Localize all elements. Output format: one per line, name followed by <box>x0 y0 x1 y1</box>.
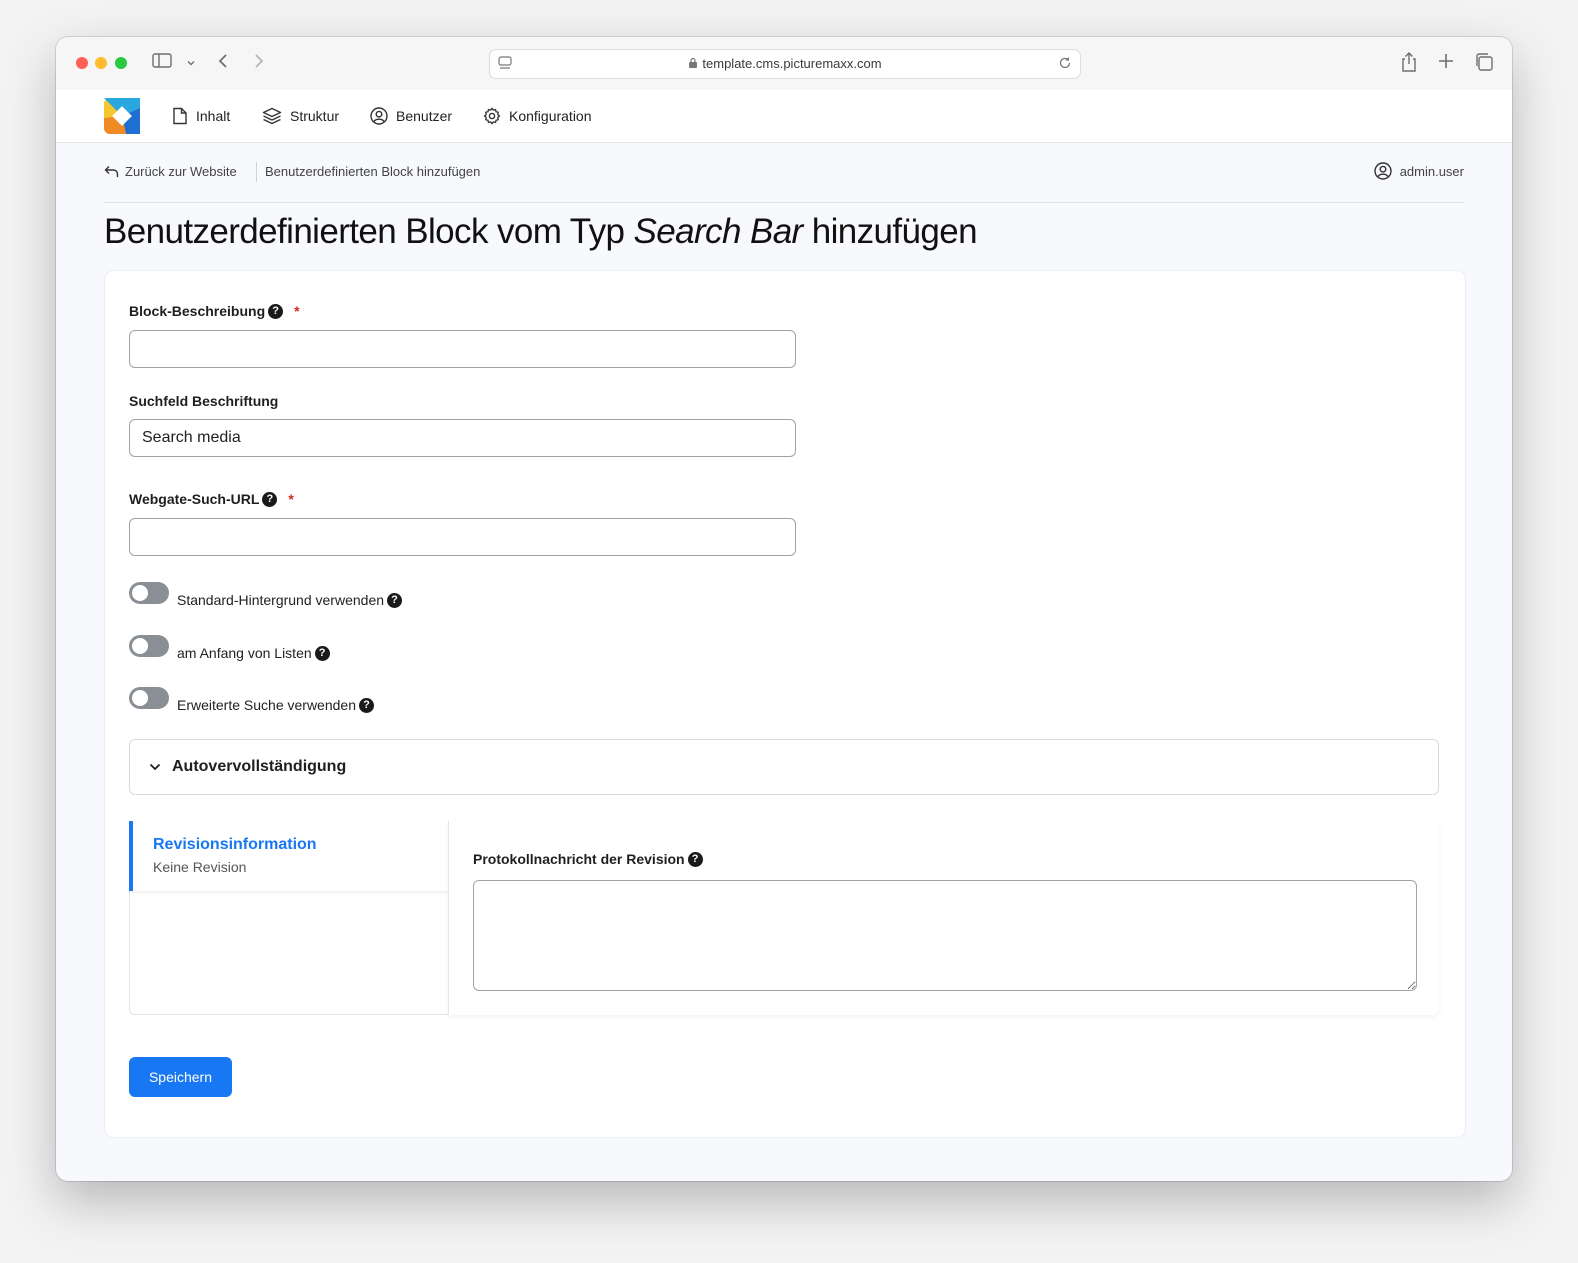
search-label-label-text: Suchfeld Beschriftung <box>129 393 279 409</box>
back-to-website-link[interactable]: Zurück zur Website <box>104 164 237 179</box>
page-title-prefix: Benutzerdefinierten Block vom Typ <box>104 212 634 251</box>
nav-item-label: Struktur <box>290 108 340 124</box>
help-icon[interactable]: ? <box>314 645 330 661</box>
revision-log-textarea[interactable] <box>473 880 1417 991</box>
reload-icon[interactable] <box>1058 56 1072 73</box>
share-icon[interactable] <box>1400 51 1418 78</box>
list-start-toggle[interactable] <box>129 635 169 657</box>
nav-item-label: Inhalt <box>196 108 231 124</box>
back-to-website-label: Zurück zur Website <box>125 164 237 179</box>
advanced-search-toggle[interactable] <box>129 687 169 709</box>
block-description-label: Block-Beschreibung ? * <box>129 303 300 319</box>
toggle-row-standard-background: Standard-Hintergrund verwenden ? <box>129 582 403 608</box>
revision-log-label: Protokollnachricht der Revision ? <box>473 851 703 867</box>
webgate-url-input[interactable] <box>129 518 796 556</box>
block-description-input[interactable] <box>129 330 796 368</box>
page-title-type: Search Bar <box>633 212 804 251</box>
revision-tab-title: Revisionsinformation <box>153 836 317 853</box>
user-menu[interactable]: admin.user <box>1373 162 1464 180</box>
tab-overview-icon[interactable] <box>1474 52 1494 77</box>
nav-item-konfiguration[interactable]: Konfiguration <box>483 90 592 142</box>
url-value: template.cms.picturemaxx.com <box>702 56 882 71</box>
required-marker: * <box>294 303 300 319</box>
toggle-label: Standard-Hintergrund verwenden <box>177 592 385 608</box>
browser-window: template.cms.picturemaxx.com Inhalt Stru… <box>56 37 1512 1181</box>
toggle-label: Erweiterte Suche verwenden <box>177 697 356 713</box>
search-label-label: Suchfeld Beschriftung <box>129 393 278 409</box>
help-icon[interactable]: ? <box>687 851 703 867</box>
nav-item-label: Benutzer <box>396 108 453 124</box>
toggle-row-advanced-search: Erweiterte Suche verwenden ? <box>129 687 374 713</box>
user-circle-icon <box>370 107 388 125</box>
block-description-label-text: Block-Beschreibung <box>129 303 266 319</box>
revision-tab[interactable]: Revisionsinformation Keine Revision <box>129 821 451 891</box>
breadcrumb-current: Benutzerdefinierten Block hinzufügen <box>265 164 481 179</box>
webgate-url-label-text: Webgate-Such-URL <box>129 491 260 507</box>
revision-section: Revisionsinformation Keine Revision Prot… <box>129 821 1439 1015</box>
search-label-input[interactable] <box>129 419 796 457</box>
form-card: Block-Beschreibung ? * Suchfeld Beschrif… <box>104 270 1466 1138</box>
chevron-down-icon[interactable] <box>186 55 196 73</box>
standard-background-toggle[interactable] <box>129 582 169 604</box>
nav-item-benutzer[interactable]: Benutzer <box>370 90 452 142</box>
lock-icon <box>688 57 698 72</box>
cms-logo[interactable] <box>104 98 140 134</box>
document-icon <box>173 107 187 125</box>
breadcrumb: Zurück zur Website Benutzerdefinierten B… <box>104 142 1464 203</box>
chevron-down-icon <box>149 763 161 771</box>
page-title-suffix: hinzufügen <box>802 212 978 251</box>
back-arrow-icon[interactable] <box>216 52 230 75</box>
nav-item-label: Konfiguration <box>509 108 592 124</box>
close-window-button[interactable] <box>76 57 88 69</box>
help-icon[interactable]: ? <box>262 491 278 507</box>
revision-log-label-text: Protokollnachricht der Revision <box>473 851 685 867</box>
user-circle-icon <box>1373 162 1392 180</box>
save-button[interactable]: Speichern <box>129 1057 232 1097</box>
help-icon[interactable]: ? <box>387 592 403 608</box>
forward-arrow-icon[interactable] <box>252 52 266 75</box>
return-arrow-icon <box>104 166 119 177</box>
toggle-label: am Anfang von Listen <box>177 645 312 661</box>
autocomplete-details-summary[interactable]: Autovervollständigung <box>129 739 1439 795</box>
browser-titlebar: template.cms.picturemaxx.com <box>56 37 1512 91</box>
nav-item-struktur[interactable]: Struktur <box>262 90 339 142</box>
minimize-window-button[interactable] <box>95 57 107 69</box>
required-marker: * <box>288 491 294 507</box>
autocomplete-label: Autovervollständigung <box>172 758 347 775</box>
sidebar-toggle-icon[interactable] <box>152 52 172 75</box>
toggle-row-list-start: am Anfang von Listen ? <box>129 635 330 661</box>
breadcrumb-divider <box>256 162 257 182</box>
help-icon[interactable]: ? <box>268 303 284 319</box>
page-title: Benutzerdefinierten Block vom Typ Search… <box>104 212 978 252</box>
help-icon[interactable]: ? <box>359 697 374 713</box>
webgate-url-label: Webgate-Such-URL ? * <box>129 491 294 507</box>
gear-icon <box>483 107 501 125</box>
revision-panel: Protokollnachricht der Revision ? <box>448 821 1439 1015</box>
nav-item-inhalt[interactable]: Inhalt <box>172 90 230 142</box>
new-tab-icon[interactable] <box>1438 53 1454 74</box>
cms-toolbar: Inhalt Struktur Benutzer Konfiguration <box>56 90 1512 143</box>
address-bar[interactable]: template.cms.picturemaxx.com <box>489 49 1081 79</box>
layers-icon <box>262 107 282 125</box>
maximize-window-button[interactable] <box>115 57 127 69</box>
user-name: admin.user <box>1399 163 1464 179</box>
revision-tab-subtitle: Keine Revision <box>153 859 247 875</box>
url-text: template.cms.picturemaxx.com <box>490 56 1080 72</box>
